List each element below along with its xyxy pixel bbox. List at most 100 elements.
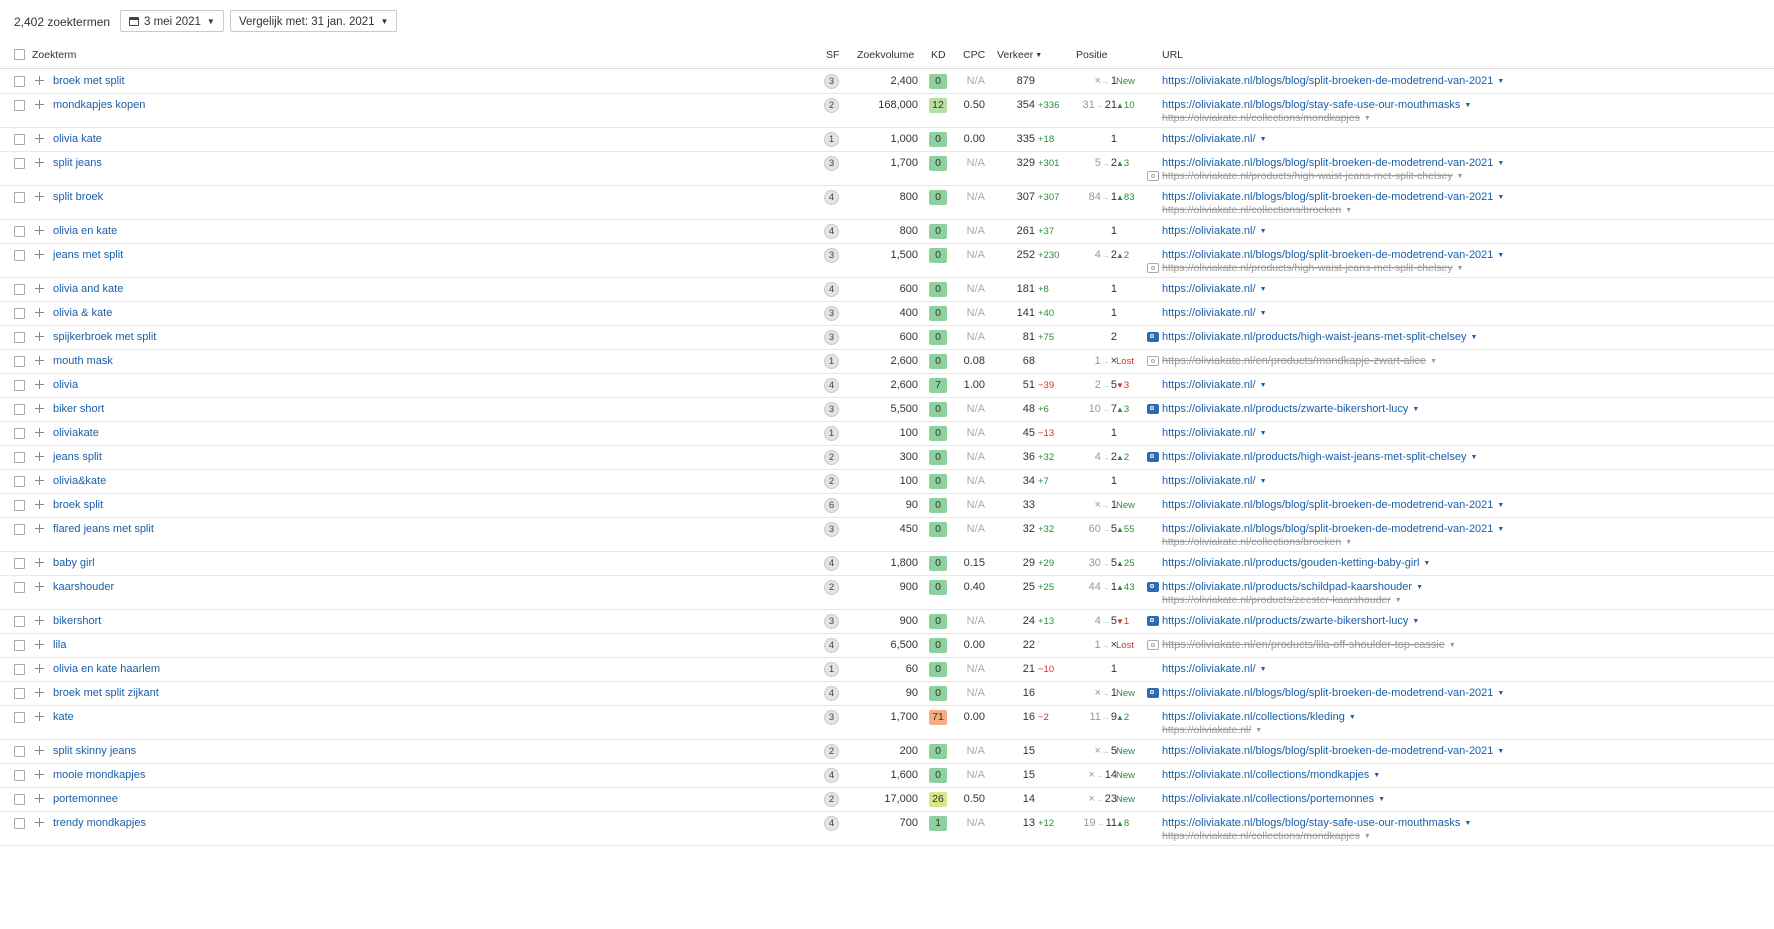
serp-features-badge[interactable]: 3 (824, 306, 839, 321)
add-keyword-icon[interactable] (35, 476, 44, 485)
keyword-link[interactable]: olivia en kate (53, 225, 117, 237)
keyword-link[interactable]: olivia&kate (53, 475, 106, 487)
keyword-link[interactable]: split skinny jeans (53, 745, 136, 757)
date-dropdown[interactable]: 3 mei 2021 ▼ (120, 10, 224, 32)
add-keyword-icon[interactable] (35, 134, 44, 143)
caret-down-icon[interactable]: ▼ (1449, 642, 1456, 649)
caret-down-icon[interactable]: ▼ (1260, 228, 1267, 235)
ranking-url[interactable]: https://oliviakate.nl/products/high-wais… (1162, 331, 1477, 343)
serp-features-badge[interactable]: 2 (824, 792, 839, 807)
caret-down-icon[interactable]: ▼ (1457, 265, 1464, 272)
ranking-url[interactable]: https://oliviakate.nl/blogs/blog/split-b… (1162, 523, 1504, 535)
serp-features-badge[interactable]: 4 (824, 638, 839, 653)
caret-down-icon[interactable]: ▼ (1464, 820, 1471, 827)
add-keyword-icon[interactable] (35, 818, 44, 827)
serp-features-badge[interactable]: 2 (824, 98, 839, 113)
keyword-link[interactable]: biker short (53, 403, 104, 415)
caret-down-icon[interactable]: ▼ (1416, 584, 1423, 591)
row-checkbox[interactable] (14, 640, 25, 651)
keyword-link[interactable]: lila (53, 639, 66, 651)
serp-features-badge[interactable]: 2 (824, 450, 839, 465)
ranking-url[interactable]: https://oliviakate.nl/en/products/mondka… (1162, 355, 1437, 367)
row-checkbox[interactable] (14, 558, 25, 569)
caret-down-icon[interactable]: ▼ (1412, 618, 1419, 625)
keyword-link[interactable]: olivia & kate (53, 307, 112, 319)
add-keyword-icon[interactable] (35, 380, 44, 389)
ranking-url[interactable]: https://oliviakate.nl/ ▼ (1162, 379, 1267, 391)
caret-down-icon[interactable]: ▼ (1497, 194, 1504, 201)
ranking-url[interactable]: https://oliviakate.nl/ ▼ (1162, 225, 1267, 237)
previous-url[interactable]: https://oliviakate.nl/products/high-wais… (1162, 262, 1464, 274)
row-checkbox[interactable] (14, 308, 25, 319)
serp-features-badge[interactable]: 4 (824, 224, 839, 239)
caret-down-icon[interactable]: ▼ (1395, 597, 1402, 604)
row-checkbox[interactable] (14, 76, 25, 87)
caret-down-icon[interactable]: ▼ (1464, 102, 1471, 109)
row-checkbox[interactable] (14, 616, 25, 627)
serp-features-badge[interactable]: 3 (824, 248, 839, 263)
ranking-url[interactable]: https://oliviakate.nl/products/high-wais… (1162, 451, 1477, 463)
caret-down-icon[interactable]: ▼ (1423, 560, 1430, 567)
add-keyword-icon[interactable] (35, 794, 44, 803)
row-checkbox[interactable] (14, 746, 25, 757)
ranking-url[interactable]: https://oliviakate.nl/ ▼ (1162, 475, 1267, 487)
add-keyword-icon[interactable] (35, 332, 44, 341)
col-traffic[interactable]: Verkeer ▼ (997, 49, 1042, 61)
add-keyword-icon[interactable] (35, 616, 44, 625)
ranking-url[interactable]: https://oliviakate.nl/ ▼ (1162, 663, 1267, 675)
row-checkbox[interactable] (14, 476, 25, 487)
add-keyword-icon[interactable] (35, 770, 44, 779)
caret-down-icon[interactable]: ▼ (1260, 310, 1267, 317)
keyword-link[interactable]: trendy mondkapjes (53, 817, 146, 829)
add-keyword-icon[interactable] (35, 308, 44, 317)
serp-features-badge[interactable]: 3 (824, 614, 839, 629)
ranking-url[interactable]: https://oliviakate.nl/products/zwarte-bi… (1162, 615, 1419, 627)
row-checkbox[interactable] (14, 250, 25, 261)
ranking-url[interactable]: https://oliviakate.nl/blogs/blog/stay-sa… (1162, 817, 1471, 829)
add-keyword-icon[interactable] (35, 452, 44, 461)
add-keyword-icon[interactable] (35, 356, 44, 365)
caret-down-icon[interactable]: ▼ (1497, 690, 1504, 697)
ranking-url[interactable]: https://oliviakate.nl/en/products/lila-o… (1162, 639, 1456, 651)
row-checkbox[interactable] (14, 158, 25, 169)
serp-features-badge[interactable]: 3 (824, 522, 839, 537)
keyword-link[interactable]: split jeans (53, 157, 102, 169)
caret-down-icon[interactable]: ▼ (1497, 252, 1504, 259)
add-keyword-icon[interactable] (35, 100, 44, 109)
ranking-url[interactable]: https://oliviakate.nl/products/gouden-ke… (1162, 557, 1430, 569)
keyword-link[interactable]: broek met split (53, 75, 125, 87)
ranking-url[interactable]: https://oliviakate.nl/blogs/blog/stay-sa… (1162, 99, 1471, 111)
add-keyword-icon[interactable] (35, 688, 44, 697)
caret-down-icon[interactable]: ▼ (1364, 833, 1371, 840)
previous-url[interactable]: https://oliviakate.nl/collections/broeke… (1162, 536, 1352, 548)
caret-down-icon[interactable]: ▼ (1255, 727, 1262, 734)
add-keyword-icon[interactable] (35, 712, 44, 721)
row-checkbox[interactable] (14, 192, 25, 203)
keyword-link[interactable]: mooie mondkapjes (53, 769, 145, 781)
serp-features-badge[interactable]: 1 (824, 132, 839, 147)
add-keyword-icon[interactable] (35, 404, 44, 413)
caret-down-icon[interactable]: ▼ (1497, 78, 1504, 85)
add-keyword-icon[interactable] (35, 664, 44, 673)
keyword-link[interactable]: split broek (53, 191, 103, 203)
row-checkbox[interactable] (14, 452, 25, 463)
add-keyword-icon[interactable] (35, 640, 44, 649)
row-checkbox[interactable] (14, 500, 25, 511)
add-keyword-icon[interactable] (35, 250, 44, 259)
ranking-url[interactable]: https://oliviakate.nl/collections/kledin… (1162, 711, 1356, 723)
caret-down-icon[interactable]: ▼ (1345, 207, 1352, 214)
caret-down-icon[interactable]: ▼ (1260, 666, 1267, 673)
keyword-link[interactable]: kaarshouder (53, 581, 114, 593)
col-keyword[interactable]: Zoekterm (32, 49, 76, 61)
keyword-link[interactable]: mondkapjes kopen (53, 99, 145, 111)
keyword-link[interactable]: baby girl (53, 557, 95, 569)
serp-features-badge[interactable]: 4 (824, 816, 839, 831)
ranking-url[interactable]: https://oliviakate.nl/blogs/blog/split-b… (1162, 249, 1504, 261)
serp-features-badge[interactable]: 3 (824, 710, 839, 725)
serp-features-badge[interactable]: 2 (824, 474, 839, 489)
caret-down-icon[interactable]: ▼ (1260, 286, 1267, 293)
row-checkbox[interactable] (14, 134, 25, 145)
serp-features-badge[interactable]: 6 (824, 498, 839, 513)
row-checkbox[interactable] (14, 770, 25, 781)
add-keyword-icon[interactable] (35, 558, 44, 567)
